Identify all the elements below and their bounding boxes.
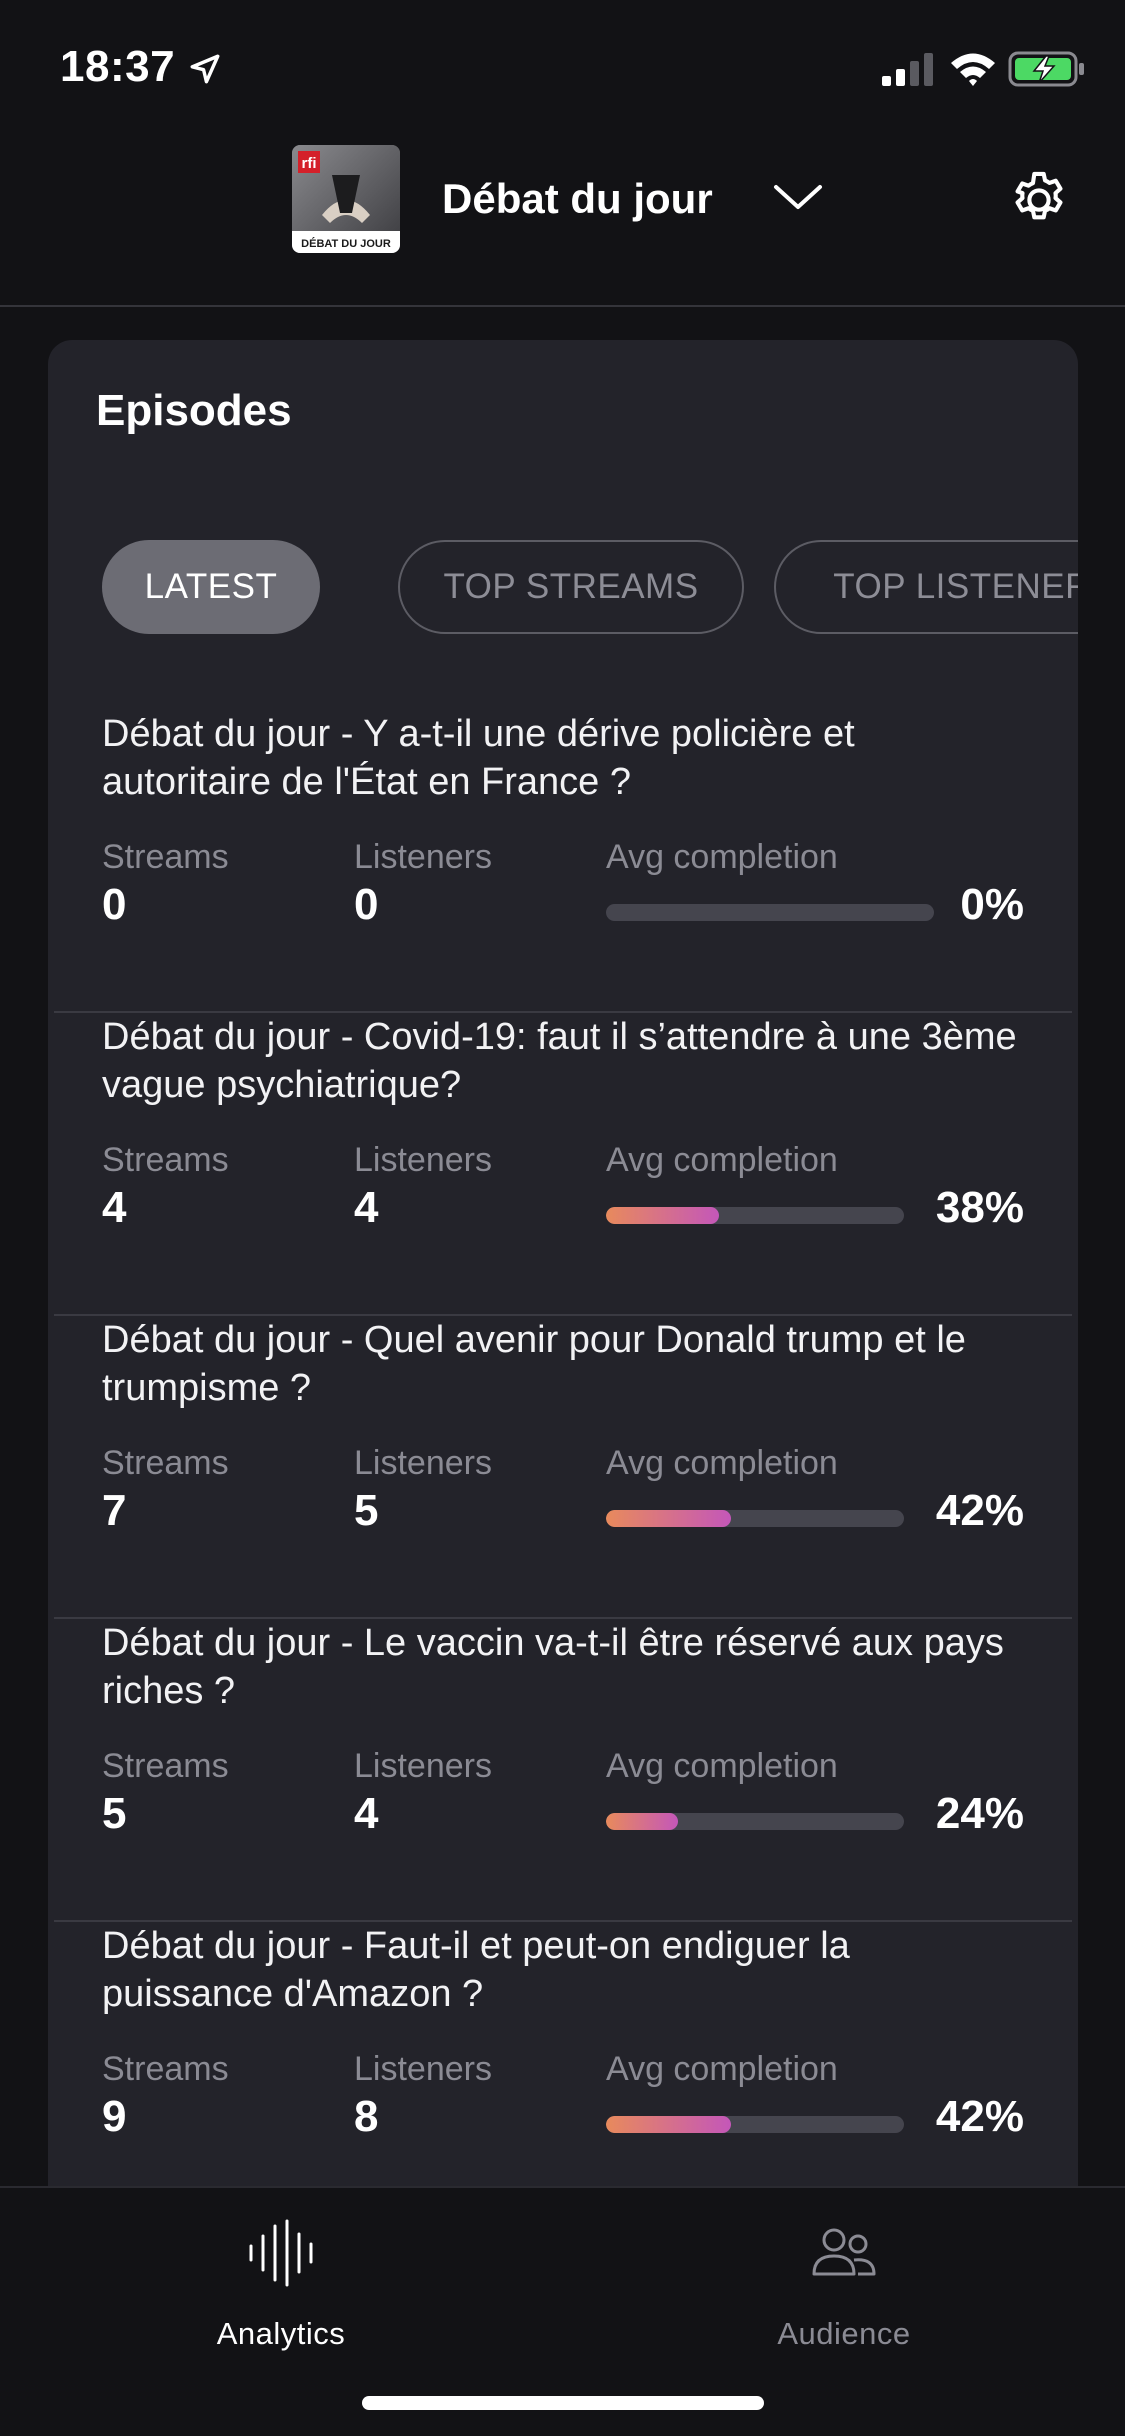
listeners-value: 4 — [354, 1789, 379, 1838]
streams-value: 9 — [102, 2092, 127, 2141]
tab-top-listeners[interactable]: TOP LISTENERS — [774, 540, 1078, 634]
streams-label: Streams — [102, 838, 229, 876]
completion-percent: 38% — [935, 1183, 1024, 1232]
listeners-label: Listeners — [354, 1141, 492, 1179]
streams-value: 4 — [102, 1183, 127, 1232]
completion-bar-fill — [606, 2116, 732, 2133]
tab-latest[interactable]: LATEST — [102, 540, 320, 634]
tab-top-streams[interactable]: TOP STREAMS — [398, 540, 744, 634]
episode-row[interactable]: Débat du jour - Quel avenir pour Donald … — [48, 1316, 1078, 1619]
home-indicator — [362, 2396, 764, 2410]
completion-bar — [606, 1207, 904, 1224]
waveform-icon — [249, 2219, 313, 2287]
episode-row[interactable]: Débat du jour - Le vaccin va-t-il être r… — [48, 1619, 1078, 1922]
completion-bar — [606, 1510, 904, 1527]
episode-title: Débat du jour - Faut-il et peut-on endig… — [102, 1925, 850, 2015]
nav-analytics[interactable]: Analytics — [131, 2208, 431, 2358]
nav-analytics-label: Analytics — [216, 2316, 346, 2351]
completion-label: Avg completion — [606, 1747, 838, 1785]
cover-brand: rfi — [302, 155, 317, 172]
location-arrow-icon — [190, 54, 220, 84]
episode-row[interactable]: Débat du jour - Y a-t-il une dérive poli… — [48, 710, 1078, 1013]
completion-label: Avg completion — [606, 1141, 838, 1179]
cover-caption: DÉBAT DU JOUR — [301, 237, 391, 250]
completion-label: Avg completion — [606, 1444, 838, 1482]
battery-charging-icon — [1008, 51, 1084, 87]
signal-icon — [882, 53, 933, 86]
streams-value: 0 — [102, 880, 127, 929]
completion-percent: 42% — [935, 1486, 1024, 1535]
wifi-icon — [951, 53, 995, 86]
episode-list: Débat du jour - Y a-t-il une dérive poli… — [48, 710, 1078, 2225]
podcast-cover-art: rfi DÉBAT DU JOUR — [292, 145, 400, 253]
app-screen: 18:37 rfi DÉBAT DU JOUR Débat du jour Ep… — [0, 0, 1125, 2436]
listeners-label: Listeners — [354, 1747, 492, 1785]
completion-bar-fill — [606, 1207, 720, 1224]
completion-bar — [606, 904, 934, 921]
chevron-down-icon[interactable] — [770, 177, 826, 217]
podcast-title[interactable]: Débat du jour — [442, 175, 713, 223]
listeners-label: Listeners — [354, 1444, 492, 1482]
streams-label: Streams — [102, 1444, 229, 1482]
completion-percent: 42% — [935, 2092, 1024, 2141]
podcast-cover[interactable]: rfi DÉBAT DU JOUR — [292, 145, 400, 253]
nav-audience[interactable]: Audience — [694, 2208, 994, 2358]
completion-percent: 24% — [935, 1789, 1024, 1838]
completion-bar — [606, 1813, 904, 1830]
card-title: Episodes — [96, 386, 292, 435]
episode-title: Débat du jour - Y a-t-il une dérive poli… — [102, 713, 855, 803]
listeners-value: 8 — [354, 2092, 379, 2141]
completion-label: Avg completion — [606, 838, 838, 876]
header: rfi DÉBAT DU JOUR Débat du jour — [0, 135, 1125, 307]
streams-value: 5 — [102, 1789, 127, 1838]
episode-row[interactable]: Débat du jour - Covid-19: faut il s’atte… — [48, 1013, 1078, 1316]
episode-tabs: LATEST TOP STREAMS TOP LISTENERS — [102, 540, 1078, 636]
gear-icon[interactable] — [1006, 167, 1072, 233]
completion-bar-fill — [606, 1813, 678, 1830]
listeners-label: Listeners — [354, 2050, 492, 2088]
listeners-label: Listeners — [354, 838, 492, 876]
people-icon — [812, 2228, 876, 2276]
episode-title: Débat du jour - Covid-19: faut il s’atte… — [102, 1016, 1017, 1106]
listeners-value: 5 — [354, 1486, 379, 1535]
streams-value: 7 — [102, 1486, 127, 1535]
episode-title: Débat du jour - Quel avenir pour Donald … — [102, 1319, 966, 1409]
status-bar: 18:37 — [0, 0, 1125, 135]
streams-label: Streams — [102, 2050, 229, 2088]
episode-title: Débat du jour - Le vaccin va-t-il être r… — [102, 1622, 1004, 1712]
status-time: 18:37 — [60, 42, 176, 91]
completion-bar — [606, 2116, 904, 2133]
completion-percent: 0% — [960, 880, 1024, 929]
completion-bar-fill — [606, 1510, 732, 1527]
episodes-card: Episodes LATEST TOP STREAMS TOP LISTENER… — [48, 340, 1078, 2240]
streams-label: Streams — [102, 1747, 229, 1785]
completion-label: Avg completion — [606, 2050, 838, 2088]
listeners-value: 0 — [354, 880, 379, 929]
episode-row[interactable]: Débat du jour - Faut-il et peut-on endig… — [48, 1922, 1078, 2225]
listeners-value: 4 — [354, 1183, 379, 1232]
nav-audience-label: Audience — [777, 2316, 911, 2351]
streams-label: Streams — [102, 1141, 229, 1179]
